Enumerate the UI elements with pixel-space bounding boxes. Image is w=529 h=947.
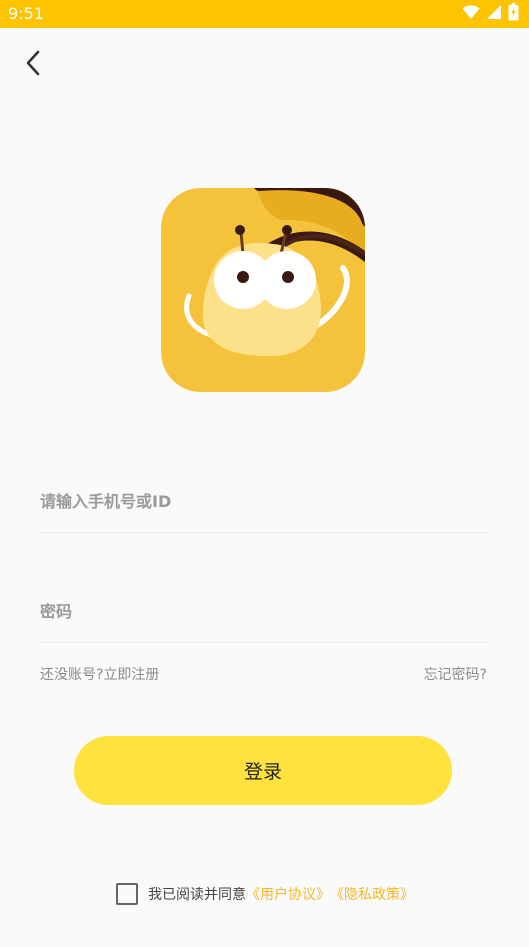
agreement-row: 我已阅读并同意 《用户协议》 《隐私政策》 xyxy=(116,880,414,908)
chevron-left-icon xyxy=(25,50,41,80)
user-agreement-link[interactable]: 《用户协议》 xyxy=(246,884,330,904)
agreement-text: 我已阅读并同意 xyxy=(148,887,246,903)
agreement-checkbox[interactable] xyxy=(116,883,138,905)
status-bar: 9:51 xyxy=(0,0,529,28)
app-logo xyxy=(161,188,365,392)
privacy-policy-link[interactable]: 《隐私政策》 xyxy=(330,884,414,904)
register-link[interactable]: 还没账号?立即注册 xyxy=(40,666,159,684)
back-button[interactable] xyxy=(16,48,50,82)
login-button[interactable]: 登录 xyxy=(74,736,452,805)
password-input[interactable] xyxy=(40,582,488,640)
cellular-signal-icon xyxy=(486,4,502,24)
phone-input[interactable] xyxy=(40,472,488,530)
password-field xyxy=(40,582,488,643)
phone-field xyxy=(40,472,488,533)
status-time: 9:51 xyxy=(8,4,44,23)
status-icons xyxy=(462,3,519,25)
forgot-password-link[interactable]: 忘记密码? xyxy=(424,666,487,684)
battery-charging-icon xyxy=(508,3,519,25)
wifi-icon xyxy=(462,4,480,24)
app-logo-icon xyxy=(161,188,365,392)
login-button-label: 登录 xyxy=(243,761,282,783)
